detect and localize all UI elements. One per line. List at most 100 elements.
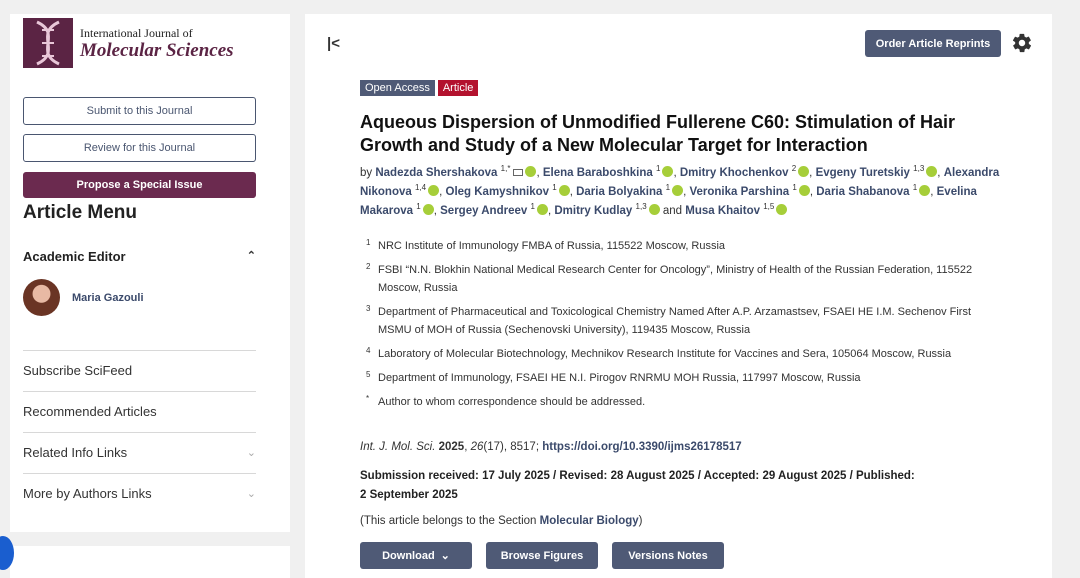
orcid-icon[interactable] xyxy=(558,185,570,196)
orcid-icon[interactable] xyxy=(525,166,537,177)
author-affiliation-sup: 1 xyxy=(552,183,557,193)
orcid-icon[interactable] xyxy=(422,204,434,215)
author-affiliation-sup: 1 xyxy=(530,202,535,212)
orcid-icon[interactable] xyxy=(926,166,938,177)
avatar xyxy=(23,279,60,316)
orcid-icon[interactable] xyxy=(919,185,931,196)
author-list: by Nadezda Shershakova 1,*, Elena Barabo… xyxy=(360,164,1020,221)
sidebar-item-related-info-links[interactable]: Related Info Links ⌄ xyxy=(23,432,256,472)
citation: Int. J. Mol. Sci. 2025, 26(17), 8517; ht… xyxy=(360,441,742,453)
orcid-icon[interactable] xyxy=(536,204,548,215)
sidebar-item-subscribe-scifeed[interactable]: Subscribe SciFeed xyxy=(23,350,256,390)
sidebar-item-recommended-articles[interactable]: Recommended Articles xyxy=(23,391,256,431)
academic-editor[interactable]: Maria Gazouli xyxy=(23,279,144,316)
affiliation-number: 1 xyxy=(366,238,371,247)
publication-dates: Submission received: 17 July 2025 / Revi… xyxy=(360,470,915,501)
sidebar-item-label: More by Authors Links xyxy=(23,486,152,501)
order-reprints-button[interactable]: Order Article Reprints xyxy=(865,30,1001,57)
sidebar-lower-panel xyxy=(10,546,290,578)
author-affiliation-sup: 1 xyxy=(656,164,661,174)
author-name[interactable]: Oleg Kamyshnikov xyxy=(446,186,550,198)
orcid-icon[interactable] xyxy=(662,166,674,177)
propose-special-issue-button[interactable]: Propose a Special Issue xyxy=(23,172,256,198)
author-affiliation-sup: 1,4 xyxy=(414,183,427,193)
affiliation-item: 5 Department of Immunology, FSAEI HE N.I.… xyxy=(360,369,1000,387)
versions-notes-button[interactable]: Versions Notes xyxy=(612,542,724,569)
orcid-icon[interactable] xyxy=(798,166,810,177)
by-label: by xyxy=(360,167,373,179)
collapse-sidebar-icon[interactable]: |< xyxy=(327,35,340,52)
author-name[interactable]: Dmitry Khochenkov xyxy=(680,167,789,179)
doi-link[interactable]: https://doi.org/10.3390/ijms26178517 xyxy=(542,441,741,453)
affiliation-text: NRC Institute of Immunology FMBA of Russ… xyxy=(378,240,726,252)
sidebar-item-label: Subscribe SciFeed xyxy=(23,363,133,378)
chevron-down-icon: ⌄ xyxy=(246,488,256,500)
orcid-icon[interactable] xyxy=(776,204,788,215)
chevron-down-icon: ⌄ xyxy=(246,447,256,459)
citation-rest: (17), 8517; xyxy=(483,441,540,453)
affiliation-item: 2 FSBI “N.N. Blokhin National Medical Res… xyxy=(360,261,1000,297)
affiliation-item: * Author to whom correspondence should be… xyxy=(360,393,1000,411)
and-label: and xyxy=(662,205,683,217)
sidebar-item-more-by-authors[interactable]: More by Authors Links ⌄ xyxy=(23,473,256,513)
dna-logo-icon xyxy=(23,18,73,68)
orcid-icon[interactable] xyxy=(672,185,684,196)
author-name[interactable]: Elena Baraboshkina xyxy=(543,167,653,179)
author-name[interactable]: Nadezda Shershakova xyxy=(375,167,497,179)
author-name[interactable]: Veronika Parshina xyxy=(689,186,789,198)
author-name[interactable]: Daria Bolyakina xyxy=(576,186,662,198)
section-link[interactable]: Molecular Biology xyxy=(540,515,639,527)
author-name[interactable]: Sergey Andreev xyxy=(440,205,527,217)
article-section: (This article belongs to the Section Mol… xyxy=(360,515,643,527)
envelope-icon[interactable] xyxy=(513,169,524,176)
author-affiliation-sup: 1 xyxy=(416,202,421,212)
affiliations: 1 NRC Institute of Immunology FMBA of Rus… xyxy=(360,237,1000,417)
article-menu-title: Article Menu xyxy=(23,202,138,223)
author-affiliation-sup: 1 xyxy=(665,183,671,193)
academic-editor-toggle[interactable]: Academic Editor ⌃ xyxy=(23,249,256,264)
affiliation-text: Laboratory of Molecular Biotechnology, M… xyxy=(378,348,952,360)
author-affiliation-sup: 1 xyxy=(912,183,918,193)
section-suffix: ) xyxy=(638,515,643,527)
author-affiliation-sup: 1,3 xyxy=(913,164,925,174)
affiliation-number: 5 xyxy=(366,370,371,379)
author-name[interactable]: Musa Khaitov xyxy=(685,205,760,217)
journal-name-line1: International Journal of xyxy=(80,25,193,40)
author-name[interactable]: Dmitry Kudlay xyxy=(554,205,632,217)
open-access-badge: Open Access xyxy=(360,80,435,96)
section-prefix: (This article belongs to the Section xyxy=(360,515,540,527)
article-badges: Open Access Article xyxy=(360,80,479,96)
affiliation-item: 3 Department of Pharmaceutical and Toxico… xyxy=(360,303,1000,339)
orcid-icon[interactable] xyxy=(798,185,810,196)
citation-year: 2025 xyxy=(438,441,465,453)
affiliation-text: FSBI “N.N. Blokhin National Medical Rese… xyxy=(378,264,973,294)
academic-editor-label: Academic Editor xyxy=(23,249,126,264)
affiliation-number: * xyxy=(366,394,370,403)
review-for-journal-button[interactable]: Review for this Journal xyxy=(23,134,256,162)
editor-name[interactable]: Maria Gazouli xyxy=(72,292,144,304)
download-label: Download xyxy=(382,549,435,562)
author-affiliation-sup: 2 xyxy=(791,164,797,174)
chevron-up-icon: ⌃ xyxy=(246,250,256,262)
article-title: Aqueous Dispersion of Unmodified Fullere… xyxy=(360,112,956,155)
affiliation-text: Department of Immunology, FSAEI HE N.I. … xyxy=(378,372,861,384)
journal-logo[interactable]: International Journal of Molecular Scien… xyxy=(23,18,234,68)
author-affiliation-sup: 1,5 xyxy=(763,202,775,212)
orcid-icon[interactable] xyxy=(648,204,660,215)
affiliation-number: 4 xyxy=(366,346,371,355)
journal-name-line2: Molecular Sciences xyxy=(80,39,234,61)
affiliation-text: Author to whom correspondence should be … xyxy=(378,396,646,408)
affiliation-number: 3 xyxy=(366,304,371,313)
orcid-icon[interactable] xyxy=(428,185,440,196)
authors-container: Nadezda Shershakova 1,*, Elena Baraboshk… xyxy=(360,164,1000,217)
download-button[interactable]: Download ⌄ xyxy=(360,542,472,569)
gear-icon[interactable] xyxy=(1011,32,1033,54)
article-type-badge: Article xyxy=(437,80,479,96)
chevron-down-icon: ⌄ xyxy=(440,550,450,562)
browse-figures-button[interactable]: Browse Figures xyxy=(486,542,598,569)
author-name[interactable]: Daria Shabanova xyxy=(816,186,909,198)
submit-to-journal-button[interactable]: Submit to this Journal xyxy=(23,97,256,125)
affiliation-item: 4 Laboratory of Molecular Biotechnology, … xyxy=(360,345,1000,363)
author-name[interactable]: Evgeny Turetskiy xyxy=(816,167,910,179)
affiliation-number: 2 xyxy=(366,262,371,271)
